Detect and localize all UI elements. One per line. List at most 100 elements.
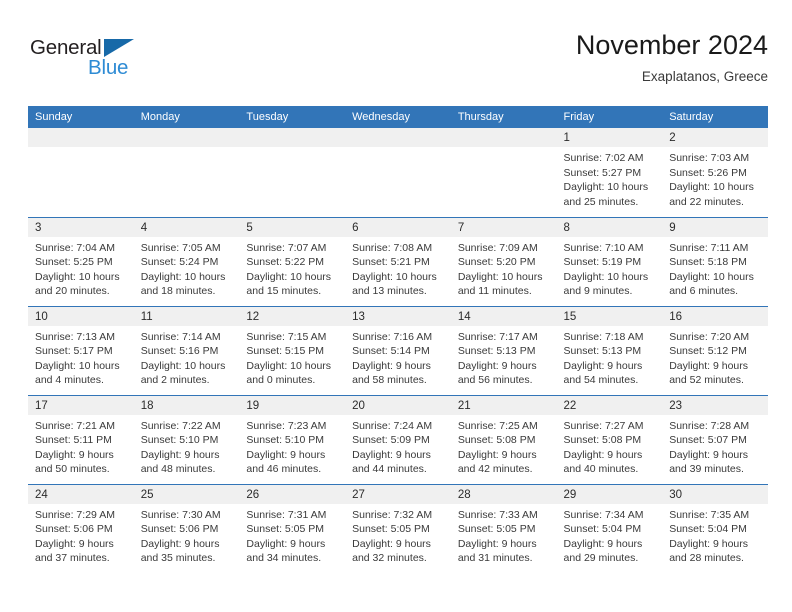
calendar-day-cell: 24 Sunrise: 7:29 AM Sunset: 5:06 PM Dayligh… [28,483,134,573]
daylight-text-line1: Daylight: 9 hours [457,537,537,550]
calendar-day-cell-empty [450,128,557,217]
sunrise-text: Sunrise: 7:20 AM [669,330,750,343]
day-number: 23 [662,395,768,415]
daylight-text-line2: and 52 minutes. [669,374,744,387]
day-cell[interactable]: 8 Sunrise: 7:10 AM Sunset: 5:19 PM Daylight… [556,217,663,306]
day-cell[interactable]: 12 Sunrise: 7:15 AM Sunset: 5:15 PM Dayligh… [239,306,346,395]
daylight-text-line2: and 28 minutes. [669,552,744,565]
general-blue-logo[interactable]: General Blue [30,36,160,84]
daylight-text-line2: and 4 minutes. [35,374,104,387]
sunset-text: Sunset: 5:19 PM [563,256,642,269]
calendar-day-cell: 14 Sunrise: 7:17 AM Sunset: 5:13 PM Dayligh… [450,305,557,395]
day-cell[interactable]: 17 Sunrise: 7:21 AM Sunset: 5:11 PM Dayligh… [28,395,134,484]
calendar-day-cell: 29 Sunrise: 7:34 AM Sunset: 5:04 PM Dayligh… [556,483,663,573]
sunset-text: Sunset: 5:15 PM [246,345,325,358]
day-cell[interactable]: 30 Sunrise: 7:35 AM Sunset: 5:04 PM Dayligh… [662,484,768,573]
daylight-text-line1: Daylight: 9 hours [246,537,326,550]
day-sun-info: Sunrise: 7:04 AM Sunset: 5:25 PM Daylight:… [28,237,134,299]
sunset-text: Sunset: 5:08 PM [457,434,536,447]
day-sun-info: Sunrise: 7:25 AM Sunset: 5:08 PM Daylight:… [451,415,557,477]
day-cell[interactable]: 26 Sunrise: 7:31 AM Sunset: 5:05 PM Dayligh… [239,484,346,573]
daylight-text-line2: and 15 minutes. [246,285,322,298]
day-cell[interactable]: 21 Sunrise: 7:25 AM Sunset: 5:08 PM Dayligh… [450,395,557,484]
daylight-text-line2: and 46 minutes. [246,463,322,476]
day-cell[interactable]: 28 Sunrise: 7:33 AM Sunset: 5:05 PM Dayligh… [450,484,557,573]
day-cell[interactable]: 29 Sunrise: 7:34 AM Sunset: 5:04 PM Dayligh… [556,484,663,573]
page-header: General Blue November 2024 Exaplatanos, … [28,28,768,98]
daylight-text-line1: Daylight: 9 hours [669,359,749,372]
calendar-page: General Blue November 2024 Exaplatanos, … [0,0,792,612]
calendar-day-cell-empty [133,128,240,217]
day-cell[interactable]: 22 Sunrise: 7:27 AM Sunset: 5:08 PM Dayligh… [556,395,663,484]
sunrise-text: Sunrise: 7:29 AM [35,508,115,521]
day-cell[interactable]: 4 Sunrise: 7:05 AM Sunset: 5:24 PM Daylight… [133,217,240,306]
calendar-day-cell: 13 Sunrise: 7:16 AM Sunset: 5:14 PM Dayligh… [345,305,451,395]
calendar-day-cell: 3 Sunrise: 7:04 AM Sunset: 5:25 PM Daylight… [28,216,134,306]
daylight-text-line2: and 9 minutes. [563,285,633,298]
sunset-text: Sunset: 5:05 PM [457,523,536,536]
sunrise-text: Sunrise: 7:34 AM [563,508,644,521]
day-number: 17 [28,395,134,415]
day-number: 8 [556,217,663,237]
day-cell[interactable]: 18 Sunrise: 7:22 AM Sunset: 5:10 PM Dayligh… [133,395,240,484]
calendar-week-row: 24 Sunrise: 7:29 AM Sunset: 5:06 PM Dayligh… [28,483,768,573]
calendar-day-cell: 18 Sunrise: 7:22 AM Sunset: 5:10 PM Dayligh… [133,394,240,484]
day-cell[interactable]: 24 Sunrise: 7:29 AM Sunset: 5:06 PM Dayligh… [28,484,134,573]
day-number: 15 [556,306,663,326]
day-number: 10 [28,306,134,326]
day-cell[interactable]: 2 Sunrise: 7:03 AM Sunset: 5:26 PM Daylight… [662,128,768,216]
day-sun-info: Sunrise: 7:05 AM Sunset: 5:24 PM Daylight:… [134,237,240,299]
calendar-week-row: 3 Sunrise: 7:04 AM Sunset: 5:25 PM Daylight… [28,216,768,306]
calendar-day-cell: 22 Sunrise: 7:27 AM Sunset: 5:08 PM Dayligh… [556,394,663,484]
daylight-text-line2: and 42 minutes. [457,463,533,476]
day-cell[interactable]: 25 Sunrise: 7:30 AM Sunset: 5:06 PM Dayligh… [133,484,240,573]
day-number: 27 [345,484,451,504]
day-cell[interactable]: 6 Sunrise: 7:08 AM Sunset: 5:21 PM Daylight… [345,217,451,306]
day-sun-info: Sunrise: 7:32 AM Sunset: 5:05 PM Daylight:… [345,504,451,566]
day-sun-info: Sunrise: 7:24 AM Sunset: 5:09 PM Daylight:… [345,415,451,477]
day-cell[interactable]: 20 Sunrise: 7:24 AM Sunset: 5:09 PM Dayligh… [345,395,451,484]
day-cell[interactable]: 5 Sunrise: 7:07 AM Sunset: 5:22 PM Daylight… [239,217,346,306]
day-number: 2 [662,128,768,147]
daylight-text-line1: Daylight: 10 hours [140,270,226,283]
day-cell[interactable]: 11 Sunrise: 7:14 AM Sunset: 5:16 PM Dayligh… [133,306,240,395]
sunset-text: Sunset: 5:10 PM [140,434,219,447]
day-cell[interactable]: 27 Sunrise: 7:32 AM Sunset: 5:05 PM Dayligh… [345,484,451,573]
day-cell[interactable]: 19 Sunrise: 7:23 AM Sunset: 5:10 PM Dayligh… [239,395,346,484]
day-sun-info: Sunrise: 7:33 AM Sunset: 5:05 PM Daylight:… [451,504,557,566]
daylight-text-line1: Daylight: 9 hours [352,537,431,550]
calendar-day-cell: 8 Sunrise: 7:10 AM Sunset: 5:19 PM Daylight… [556,216,663,306]
sunset-text: Sunset: 5:11 PM [35,434,112,447]
day-cell[interactable]: 7 Sunrise: 7:09 AM Sunset: 5:20 PM Daylight… [450,217,557,306]
daylight-text-line1: Daylight: 10 hours [563,181,649,194]
day-cell[interactable]: 14 Sunrise: 7:17 AM Sunset: 5:13 PM Dayligh… [450,306,557,395]
day-cell[interactable]: 13 Sunrise: 7:16 AM Sunset: 5:14 PM Dayligh… [345,306,451,395]
day-cell[interactable]: 10 Sunrise: 7:13 AM Sunset: 5:17 PM Dayligh… [28,306,134,395]
sunrise-text: Sunrise: 7:07 AM [246,241,327,254]
day-sun-info: Sunrise: 7:14 AM Sunset: 5:16 PM Daylight:… [134,326,240,388]
daylight-text-line1: Daylight: 9 hours [457,448,537,461]
day-number: 14 [450,306,557,326]
day-sun-info: Sunrise: 7:13 AM Sunset: 5:17 PM Daylight:… [28,326,134,388]
day-cell[interactable]: 9 Sunrise: 7:11 AM Sunset: 5:18 PM Daylight… [662,217,768,306]
day-cell[interactable]: 3 Sunrise: 7:04 AM Sunset: 5:25 PM Daylight… [28,217,134,306]
daylight-text-line2: and 22 minutes. [669,195,744,208]
day-number: 9 [662,217,768,237]
daylight-text-line1: Daylight: 9 hours [457,359,537,372]
sunrise-text: Sunrise: 7:25 AM [457,419,538,432]
calendar-day-cell: 1 Sunrise: 7:02 AM Sunset: 5:27 PM Daylight… [556,128,663,217]
day-cell[interactable]: 15 Sunrise: 7:18 AM Sunset: 5:13 PM Dayligh… [556,306,663,395]
day-sun-info: Sunrise: 7:27 AM Sunset: 5:08 PM Daylight:… [557,415,663,477]
calendar-day-cell: 25 Sunrise: 7:30 AM Sunset: 5:06 PM Dayligh… [133,483,240,573]
day-cell[interactable]: 1 Sunrise: 7:02 AM Sunset: 5:27 PM Daylight… [556,128,663,216]
day-number: 6 [345,217,451,237]
sunset-text: Sunset: 5:05 PM [352,523,430,536]
daylight-text-line1: Daylight: 10 hours [35,270,120,283]
sunset-text: Sunset: 5:08 PM [563,434,642,447]
calendar-header-row: Sunday Monday Tuesday Wednesday Thursday Frid… [28,106,768,128]
day-cell[interactable]: 16 Sunrise: 7:20 AM Sunset: 5:12 PM Dayligh… [662,306,768,395]
day-sun-info: Sunrise: 7:11 AM Sunset: 5:18 PM Daylight:… [662,237,768,299]
sunrise-text: Sunrise: 7:09 AM [457,241,538,254]
sunrise-text: Sunrise: 7:08 AM [352,241,433,254]
day-cell[interactable]: 23 Sunrise: 7:28 AM Sunset: 5:07 PM Dayligh… [662,395,768,484]
